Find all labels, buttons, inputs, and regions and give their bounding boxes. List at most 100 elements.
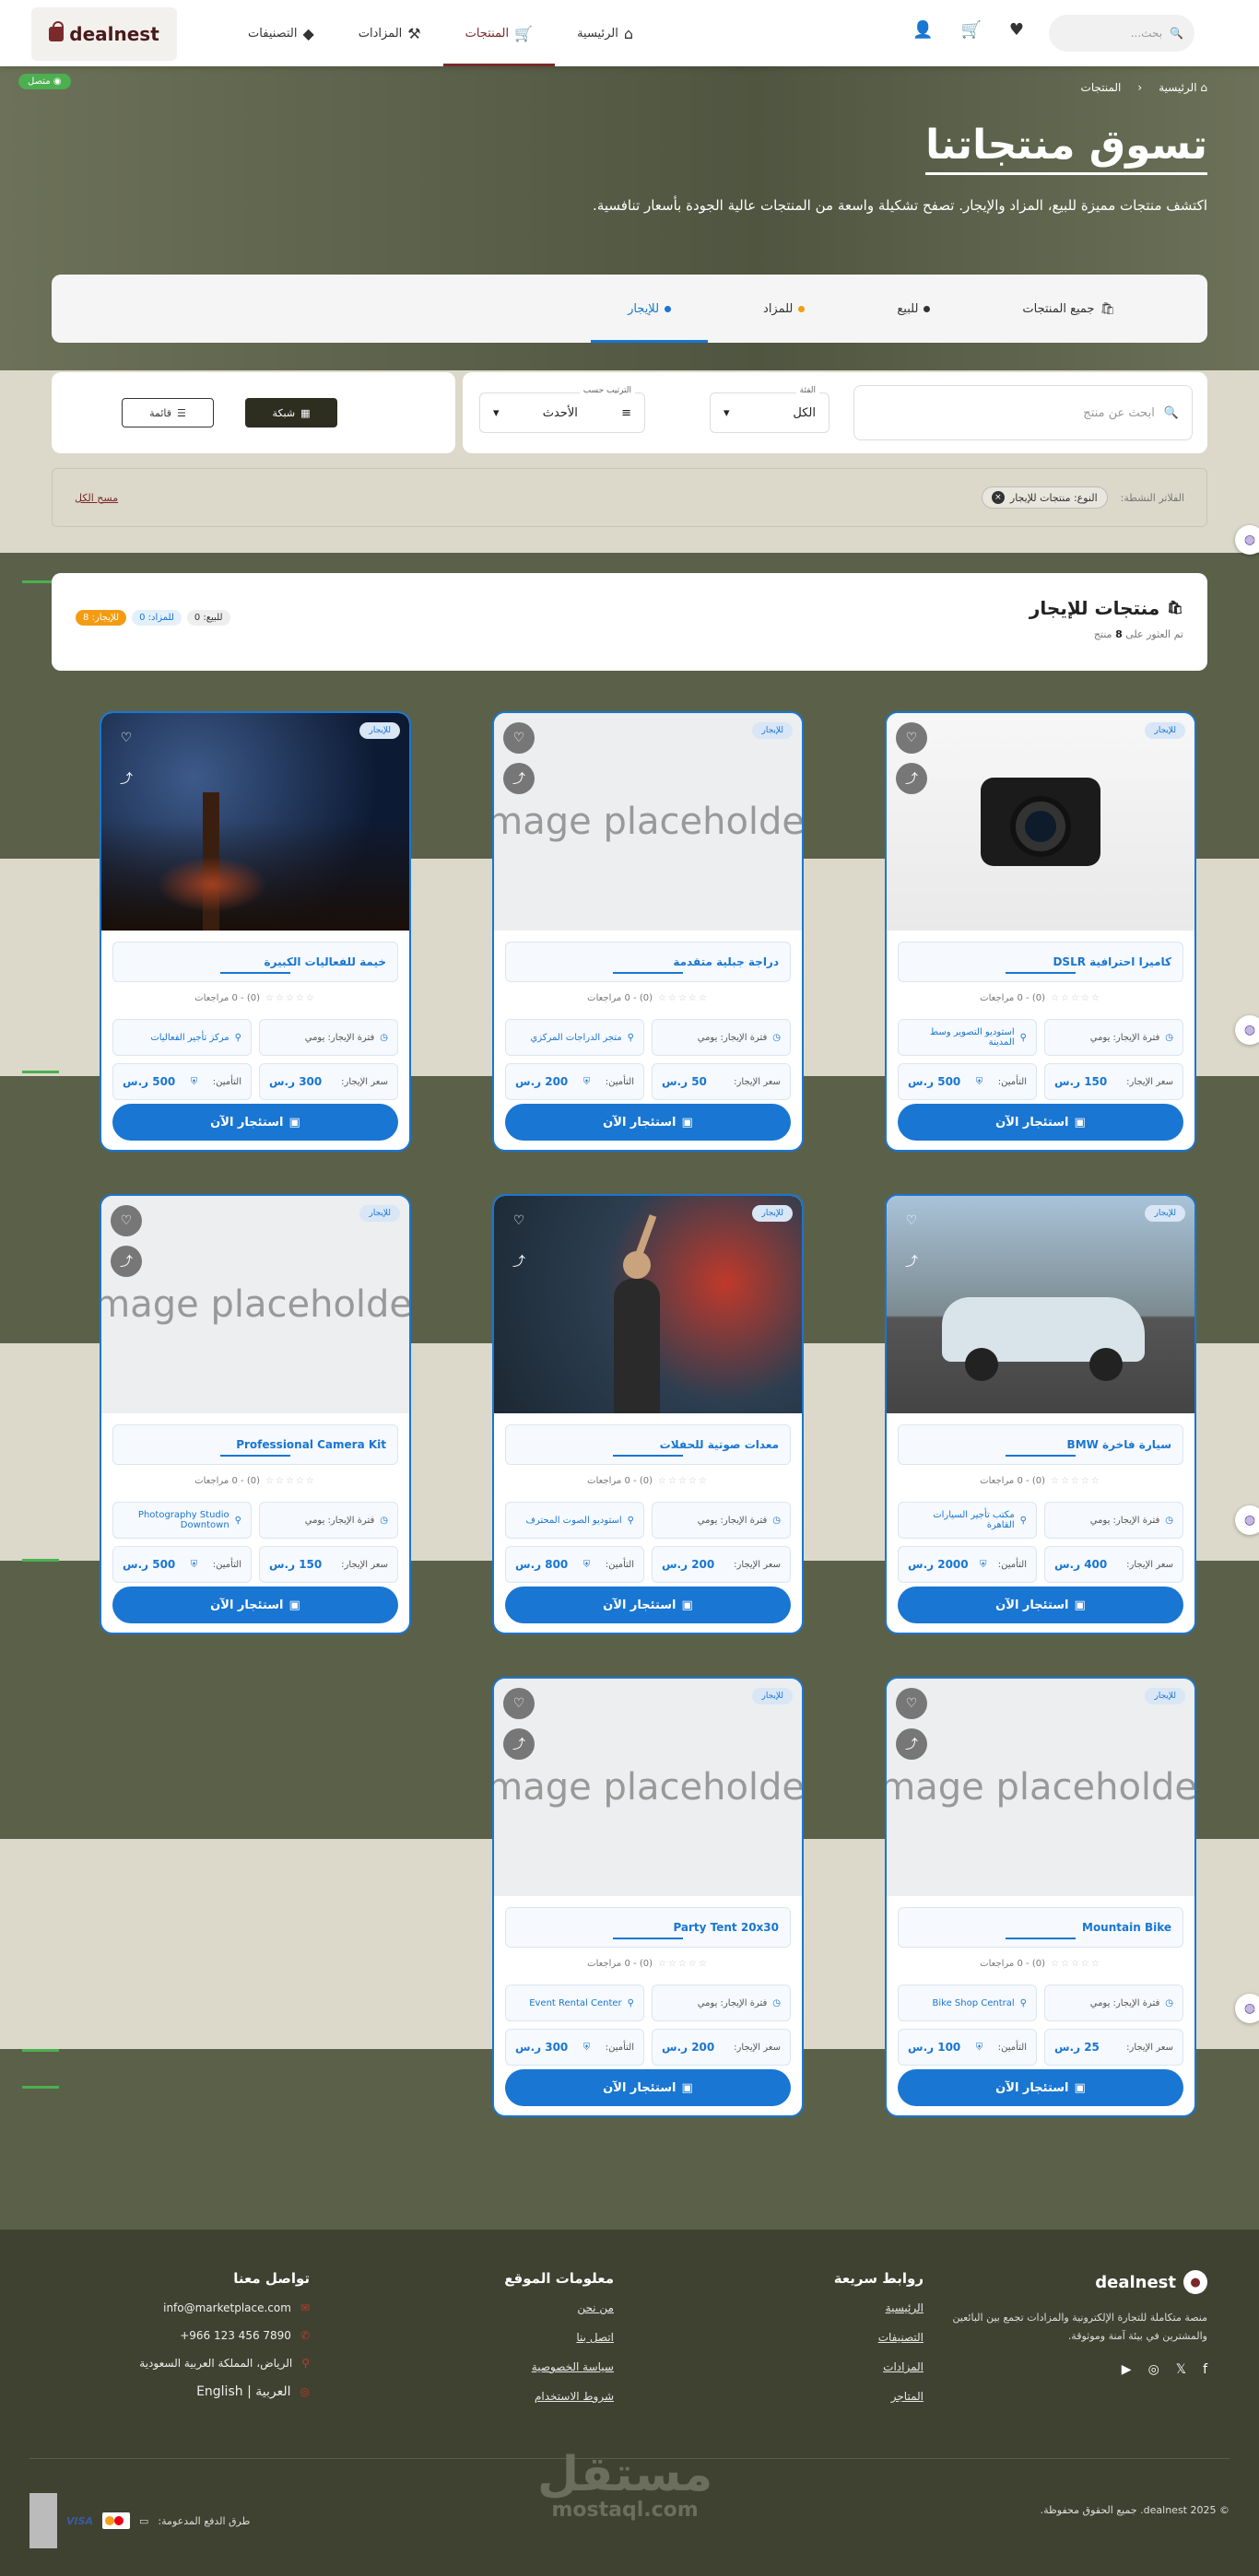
rent-now-button[interactable]: ▣ استئجار الآن bbox=[112, 1587, 398, 1623]
share-button[interactable]: ⤴ bbox=[503, 1728, 535, 1760]
facebook-icon[interactable]: f bbox=[1203, 2362, 1207, 2377]
floating-widget-icon[interactable]: ◍ bbox=[1235, 525, 1259, 555]
tab-1[interactable]: للبيع bbox=[860, 275, 967, 343]
share-button[interactable]: ⤴ bbox=[503, 763, 535, 794]
location-pin-icon: ⚲ bbox=[1019, 1515, 1027, 1526]
product-card[interactable]: للإيجار ♡ ⤴ سيارة فاخرة BMW ☆☆☆☆☆ (0) - 0… bbox=[885, 1194, 1196, 1634]
rent-price-label: سعر الإيجار: bbox=[734, 1559, 781, 1570]
nav-item-0[interactable]: ⌂ الرئيسية bbox=[555, 0, 655, 66]
price-row: سعر الإيجار: 200 ر.س التأمين: ⛨ 800 ر.س bbox=[505, 1546, 791, 1583]
product-card[interactable]: Image placeholder للإيجار ♡ ⤴ Mountain B… bbox=[885, 1677, 1196, 2117]
share-button[interactable]: ⤴ bbox=[111, 1246, 142, 1277]
product-title[interactable]: Mountain Bike bbox=[898, 1907, 1183, 1948]
info-link[interactable]: شروط الاستخدام bbox=[429, 2390, 614, 2403]
share-button[interactable]: ⤴ bbox=[896, 1728, 927, 1760]
logo[interactable]: dealnest bbox=[31, 7, 177, 61]
quick-link[interactable]: المتاجر bbox=[758, 2390, 924, 2403]
product-title[interactable]: Professional Camera Kit bbox=[112, 1424, 398, 1465]
section-title-text: منتجات للإيجار bbox=[1029, 597, 1160, 619]
product-image-area[interactable] bbox=[101, 713, 409, 931]
favorite-button[interactable]: ♡ bbox=[896, 1205, 927, 1236]
info-link[interactable]: سياسة الخصوصية bbox=[429, 2360, 614, 2373]
product-card[interactable]: للإيجار ♡ ⤴ كاميرا احترافية DSLR ☆☆☆☆☆ (0… bbox=[885, 711, 1196, 1152]
online-status-badge: ◉ متصل bbox=[18, 74, 71, 89]
favorite-button[interactable]: ♡ bbox=[111, 1205, 142, 1236]
favorite-button[interactable]: ♡ bbox=[503, 722, 535, 754]
product-title[interactable]: دراجة جبلية متقدمة bbox=[505, 942, 791, 982]
category-select[interactable]: الفئة الكل ▾ bbox=[710, 386, 830, 433]
header-search[interactable]: 🔍 بحث... bbox=[1049, 15, 1194, 52]
rent-now-button[interactable]: ▣ استئجار الآن bbox=[505, 1104, 791, 1141]
product-title[interactable]: كاميرا احترافية DSLR bbox=[898, 942, 1183, 982]
tab-3[interactable]: للإيجار bbox=[591, 275, 709, 343]
share-button[interactable]: ⤴ bbox=[896, 763, 927, 794]
info-link[interactable]: اتصل بنا bbox=[429, 2331, 614, 2344]
contact-phone[interactable]: ✆ +966 123 456 7890 bbox=[88, 2329, 310, 2342]
rent-now-button[interactable]: ▣ استئجار الآن bbox=[898, 2069, 1183, 2106]
share-button[interactable]: ⤴ bbox=[503, 1246, 535, 1277]
user-icon[interactable]: 👤 bbox=[912, 20, 933, 40]
tab-0[interactable]: 🛍 جميع المنتجات bbox=[985, 275, 1152, 343]
instagram-icon[interactable]: ◎ bbox=[1148, 2362, 1159, 2377]
info-link[interactable]: من نحن bbox=[429, 2301, 614, 2314]
clock-icon: ◷ bbox=[772, 1032, 781, 1043]
quick-link[interactable]: الرئيسية bbox=[758, 2301, 924, 2314]
favorite-button[interactable]: ♡ bbox=[503, 1688, 535, 1719]
visa-icon: VISA bbox=[66, 2514, 94, 2527]
share-button[interactable]: ⤴ bbox=[896, 1246, 927, 1277]
language-switch[interactable]: ◎ العربية | English bbox=[88, 2384, 310, 2399]
clear-all-filters-link[interactable]: مسح الكل bbox=[75, 492, 118, 504]
product-title[interactable]: معدات صوتية للحفلات bbox=[505, 1424, 791, 1465]
floating-widget-icon[interactable]: ◍ bbox=[1235, 1505, 1259, 1535]
tab-2[interactable]: للمزاد bbox=[726, 275, 841, 343]
heart-icon[interactable]: ♥ bbox=[1009, 20, 1024, 40]
twitter-icon[interactable]: 𝕏 bbox=[1176, 2362, 1186, 2377]
share-button[interactable]: ⤴ bbox=[111, 763, 142, 794]
product-image-area[interactable]: Image placeholder bbox=[887, 1679, 1194, 1896]
product-image-area[interactable]: Image placeholder bbox=[494, 1679, 802, 1896]
product-card[interactable]: للإيجار ♡ ⤴ خيمة للفعاليات الكبيرة ☆☆☆☆☆… bbox=[100, 711, 411, 1152]
product-title[interactable]: خيمة للفعاليات الكبيرة bbox=[112, 942, 398, 982]
product-image-area[interactable]: Image placeholder bbox=[101, 1196, 409, 1413]
product-card[interactable]: Image placeholder للإيجار ♡ ⤴ Party Tent… bbox=[492, 1677, 804, 2117]
contact-email[interactable]: ✉ info@marketplace.com bbox=[88, 2301, 310, 2314]
quick-link[interactable]: المزادات bbox=[758, 2360, 924, 2373]
sort-select[interactable]: الترتيب حسب ≡ الأحدث ▾ bbox=[479, 386, 645, 433]
nav-item-1[interactable]: 🛒 المنتجات bbox=[442, 0, 556, 66]
product-card[interactable]: Image placeholder للإيجار ♡ ⤴ دراجة جبلي… bbox=[492, 711, 804, 1152]
footer-about-text: منصة متكاملة للتجارة الإلكترونية والمزاد… bbox=[952, 2312, 1207, 2342]
quick-link[interactable]: التصنيفات bbox=[758, 2331, 924, 2344]
footer: ● dealnest منصة متكاملة للتجارة الإلكترو… bbox=[0, 2230, 1259, 2576]
product-title[interactable]: Party Tent 20x30 bbox=[505, 1907, 791, 1948]
rent-now-button[interactable]: ▣ استئجار الآن bbox=[505, 1587, 791, 1623]
breadcrumb-home[interactable]: ⌂ الرئيسية bbox=[1159, 81, 1207, 94]
rent-now-button[interactable]: ▣ استئجار الآن bbox=[898, 1104, 1183, 1141]
product-title[interactable]: سيارة فاخرة BMW bbox=[898, 1424, 1183, 1465]
rent-now-button[interactable]: ▣ استئجار الآن bbox=[112, 1104, 398, 1141]
floating-widget-icon[interactable]: ◍ bbox=[1235, 1994, 1259, 2023]
product-search-input[interactable]: 🔍 ابحث عن منتج bbox=[853, 385, 1193, 440]
youtube-icon[interactable]: ▶ bbox=[1122, 2362, 1132, 2377]
close-icon[interactable]: × bbox=[991, 491, 1005, 504]
product-image-area[interactable] bbox=[494, 1196, 802, 1413]
product-image-area[interactable] bbox=[887, 1196, 1194, 1413]
cart-icon[interactable]: 🛒 bbox=[960, 20, 981, 40]
product-image-area[interactable]: Image placeholder bbox=[494, 713, 802, 931]
calendar-icon: ▣ bbox=[681, 1598, 693, 1612]
rent-price-box: سعر الإيجار: 150 ر.س bbox=[259, 1546, 398, 1583]
nav-item-3[interactable]: ◆ التصنيفات bbox=[226, 0, 336, 66]
list-view-button[interactable]: ☰ قائمة bbox=[122, 398, 214, 427]
favorite-button[interactable]: ♡ bbox=[896, 1688, 927, 1719]
nav-item-2[interactable]: ⚒ المزادات bbox=[336, 0, 443, 66]
product-image-area[interactable] bbox=[887, 713, 1194, 931]
favorite-button[interactable]: ♡ bbox=[503, 1205, 535, 1236]
star-rating-icon: ☆☆☆☆☆ bbox=[1051, 1476, 1101, 1486]
rent-now-button[interactable]: ▣ استئجار الآن bbox=[898, 1587, 1183, 1623]
favorite-button[interactable]: ♡ bbox=[111, 722, 142, 754]
floating-widget-icon[interactable]: ◍ bbox=[1235, 1015, 1259, 1045]
grid-view-button[interactable]: ▦ شبكة bbox=[245, 398, 337, 427]
product-card[interactable]: Image placeholder للإيجار ♡ ⤴ Profession… bbox=[100, 1194, 411, 1634]
favorite-button[interactable]: ♡ bbox=[896, 722, 927, 754]
rent-now-button[interactable]: ▣ استئجار الآن bbox=[505, 2069, 791, 2106]
product-card[interactable]: للإيجار ♡ ⤴ معدات صوتية للحفلات ☆☆☆☆☆ (0)… bbox=[492, 1194, 804, 1634]
